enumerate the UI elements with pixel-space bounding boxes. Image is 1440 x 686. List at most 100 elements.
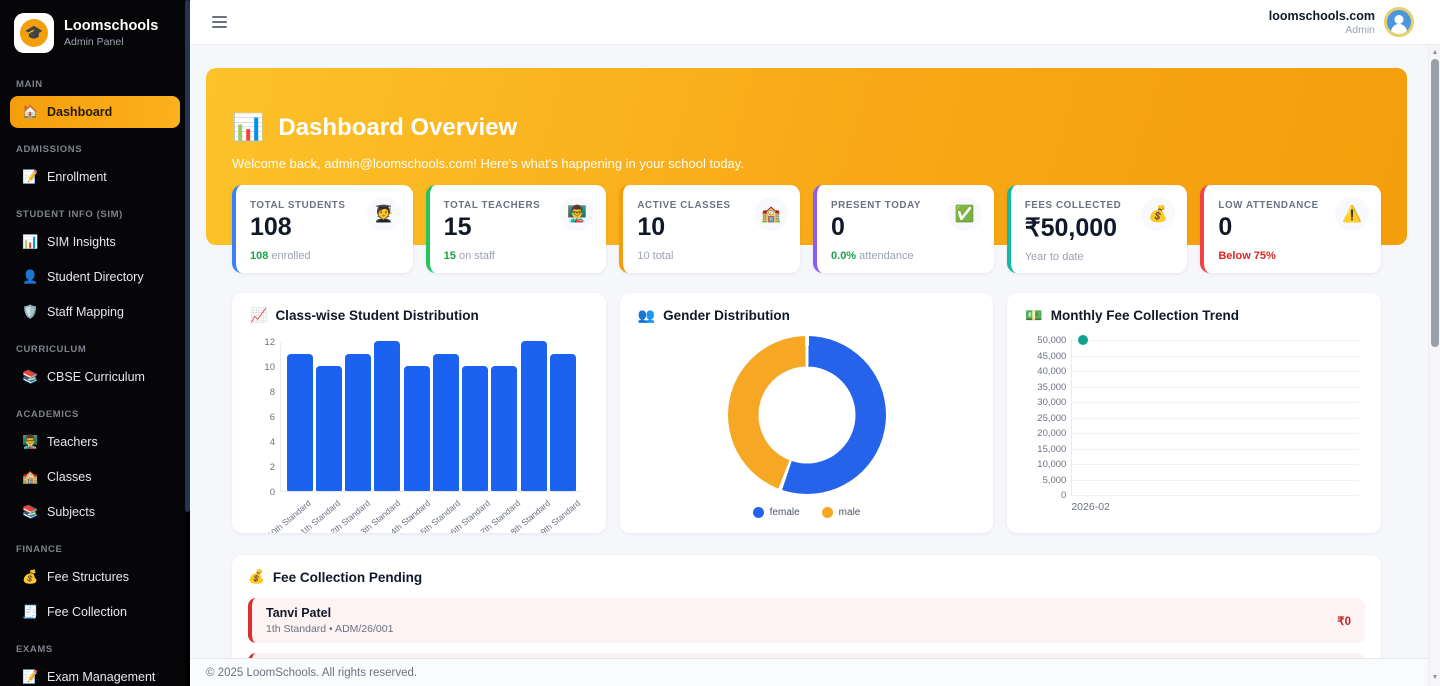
topbar: loomschools.com Admin	[190, 0, 1440, 45]
sidebar-item-label: Teachers	[47, 435, 98, 449]
section-title: Fee Collection Pending	[272, 569, 423, 585]
gridline	[1072, 340, 1360, 341]
bar[interactable]	[432, 353, 459, 491]
sidebar-item-cbse-curriculum[interactable]: 📚 CBSE Curriculum	[10, 361, 180, 393]
sidebar-item-label: Exam Management	[47, 670, 156, 684]
sidebar-item-dashboard[interactable]: 🏠 Dashboard	[10, 96, 180, 128]
bar-chart-card: 📈 Class-wise Student Distribution 0 2 4 6 8 1…	[232, 293, 606, 533]
y-axis-tick: 20,000	[1037, 428, 1067, 439]
books-icon: 📚	[22, 504, 39, 519]
sidebar-section-label: EXAMS	[16, 644, 53, 655]
sidebar-section-label: STUDENT INFO (SIM)	[16, 209, 123, 220]
footer: © 2025 LoomSchools. All rights reserved.	[190, 658, 1440, 686]
y-axis-tick: 12	[264, 337, 275, 348]
x-axis-label: 2026-02	[1071, 501, 1110, 513]
charts-row: 📈 Class-wise Student Distribution 0 2 4 6 8 1…	[232, 293, 1382, 533]
bar[interactable]	[462, 366, 489, 491]
scroll-down-icon[interactable]: ▼	[1429, 672, 1440, 684]
bar[interactable]	[345, 353, 372, 491]
bar[interactable]	[374, 341, 401, 491]
scroll-up-icon[interactable]: ▲	[1429, 47, 1440, 59]
logo: 🎓	[14, 13, 54, 53]
stat-card-active-classes[interactable]: ACTIVE CLASSES 10 10 total 🏫	[619, 185, 801, 273]
legend-item-male[interactable]: male	[821, 507, 860, 518]
stat-card-total-students[interactable]: TOTAL STUDENTS 108 108 enrolled 🧑‍🎓	[232, 185, 413, 273]
chart-legend: female male	[752, 507, 860, 518]
gridline	[1072, 495, 1360, 496]
pending-row[interactable]: Tanvi Patel 1th Standard • ADM/26/001 ₹0	[248, 598, 1365, 643]
chart-title: Gender Distribution	[663, 308, 790, 323]
y-axis-tick: 8	[269, 387, 275, 398]
bar[interactable]	[520, 341, 547, 491]
app-subtitle: Admin Panel	[64, 36, 124, 48]
app-name: Loomschools	[64, 18, 159, 34]
gridline	[1072, 448, 1360, 450]
sidebar-item-label: Subjects	[47, 505, 95, 519]
bar[interactable]	[315, 366, 342, 491]
content: 📊 Dashboard Overview Welcome back, admin…	[190, 45, 1440, 658]
legend-dot	[821, 507, 833, 518]
student-details: 1th Standard • ADM/26/001	[266, 623, 394, 635]
y-axis-tick: 40,000	[1037, 366, 1067, 377]
y-axis-tick: 30,000	[1037, 397, 1067, 408]
sidebar-item-fee-collection[interactable]: 🧾 Fee Collection	[10, 596, 180, 628]
user-avatar[interactable]	[1384, 7, 1414, 37]
data-point[interactable]	[1078, 335, 1089, 345]
pending-row-info: Tanvi Patel 1th Standard • ADM/26/001	[266, 606, 393, 635]
school-icon: 🏫	[22, 469, 39, 484]
sidebar-item-student-directory[interactable]: 👤 Student Directory	[10, 261, 180, 293]
gridline	[1072, 371, 1360, 372]
bar[interactable]	[491, 366, 518, 491]
bar[interactable]	[286, 353, 313, 491]
y-axis-tick: 15,000	[1037, 443, 1067, 455]
sidebar-item-teachers[interactable]: 👨‍🏫 Teachers	[10, 426, 180, 458]
sidebar-item-enrollment[interactable]: 📝 Enrollment	[10, 161, 180, 193]
gridline	[1072, 355, 1360, 357]
stat-subtext: 10 total	[637, 250, 674, 262]
scrollbar-thumb[interactable]	[1431, 59, 1439, 347]
donut-plot: female male	[638, 324, 976, 518]
sidebar-item-subjects[interactable]: 📚 Subjects	[10, 496, 180, 528]
stat-card-present-today[interactable]: PRESENT TODAY 0 0.0% attendance ✅	[813, 185, 994, 273]
sidebar-item-label: Staff Mapping	[47, 305, 124, 319]
stat-card-low-attendance[interactable]: LOW ATTENDANCE 0 Below 75% ⚠️	[1200, 185, 1382, 273]
user-role: Admin	[1345, 23, 1375, 36]
sidebar-item-label: Student Directory	[47, 270, 144, 284]
gridline	[1072, 386, 1360, 388]
sidebar-item-label: Classes	[47, 470, 92, 484]
sidebar-item-fee-structures[interactable]: 💰 Fee Structures	[10, 561, 180, 593]
tenant-domain: loomschools.com	[1268, 8, 1375, 23]
legend-dot	[752, 507, 764, 518]
bar-chart-plot: 0 2 4 6 8 10 12	[264, 337, 582, 498]
topbar-right: loomschools.com Admin	[1269, 7, 1414, 37]
sidebar-item-sim-insights[interactable]: 📊 SIM Insights	[10, 226, 180, 258]
legend-item-female[interactable]: female	[752, 507, 800, 518]
y-axis-tick: 25,000	[1037, 412, 1067, 424]
sidebar-item-label: Fee Collection	[47, 605, 127, 619]
y-axis-tick: 0	[269, 487, 275, 498]
hamburger-menu-icon[interactable]	[208, 12, 231, 32]
sidebar-item-label: Fee Structures	[47, 570, 129, 584]
money-bag-icon: 💰	[22, 569, 39, 584]
stat-card-total-teachers[interactable]: TOTAL TEACHERS 15 15 on staff 👨‍🏫	[425, 185, 607, 273]
sidebar-item-exam-management[interactable]: 📝 Exam Management	[10, 661, 180, 686]
sidebar-section-label: MAIN	[16, 79, 43, 90]
stat-card-fees-collected[interactable]: FEES COLLECTED ₹50,000 Year to date 💰	[1006, 185, 1188, 273]
donut-ring[interactable]	[727, 336, 886, 494]
sidebar: 🎓 Loomschools Admin Panel MAIN 🏠 Dashboard…	[0, 0, 190, 686]
main-scrollbar[interactable]: ▲ ▼	[1428, 45, 1440, 686]
bars	[281, 341, 582, 491]
books-icon: 📚	[22, 369, 39, 384]
bar[interactable]	[403, 366, 430, 491]
sidebar-item-staff-mapping[interactable]: 🛡️ Staff Mapping	[10, 296, 180, 328]
x-axis-label: 9th Standard	[538, 498, 582, 533]
gridline	[1072, 479, 1360, 481]
sidebar-item-classes[interactable]: 🏫 Classes	[10, 461, 180, 493]
shield-icon: 🛡️	[22, 304, 39, 319]
bar[interactable]	[550, 353, 577, 491]
y-axis-tick: 2	[269, 462, 275, 473]
gridline	[1072, 433, 1360, 434]
stat-subtext: 15 on staff	[443, 250, 495, 262]
bar-chart-icon: 📊	[22, 234, 39, 249]
student-name: Tanvi Patel	[266, 606, 332, 620]
